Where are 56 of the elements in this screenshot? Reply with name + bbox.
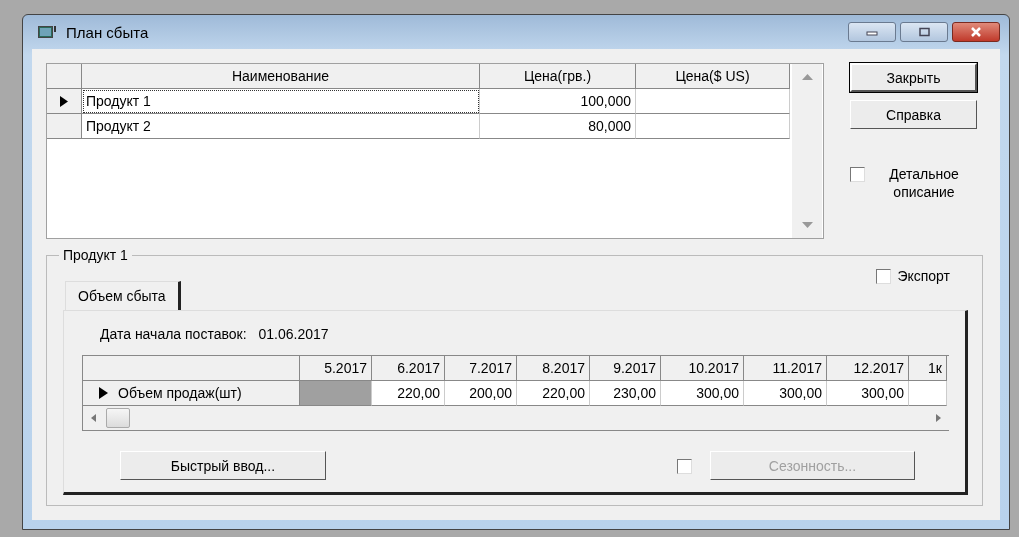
group-title: Продукт 1	[62, 247, 129, 263]
table-cell[interactable]: 80,000	[480, 114, 636, 139]
quick-input-button[interactable]: Быстрый ввод...	[120, 451, 326, 480]
date-value: 01.06.2017	[258, 326, 329, 342]
tab[interactable]: Объем сбыта	[65, 281, 181, 310]
row-header[interactable]	[47, 89, 82, 114]
table-cell[interactable]	[636, 114, 790, 139]
checkbox-label[interactable]: Экспорт	[897, 267, 950, 285]
column-header[interactable]: 11.2017	[744, 356, 827, 381]
dialog-button[interactable]: Справка	[850, 100, 977, 129]
column-header[interactable]: Цена(грв.)	[480, 64, 636, 89]
close-button[interactable]	[952, 22, 1000, 42]
header-cell	[47, 64, 82, 89]
close-icon	[969, 27, 983, 37]
checkbox[interactable]	[677, 459, 692, 474]
checkbox[interactable]	[850, 167, 865, 182]
row-pointer-icon	[60, 95, 68, 107]
table-cell[interactable]: 100,000	[480, 89, 636, 114]
scroll-thumb[interactable]	[106, 408, 130, 428]
column-header[interactable]: 8.2017	[517, 356, 590, 381]
column-header[interactable]: 12.2017	[827, 356, 909, 381]
column-header[interactable]: Наименование	[82, 64, 480, 89]
table-cell[interactable]: Продукт 2	[82, 114, 480, 139]
column-header[interactable]: 9.2017	[590, 356, 661, 381]
maximize-button[interactable]	[900, 22, 948, 42]
scroll-right-icon[interactable]	[936, 414, 941, 422]
window-icon	[38, 25, 58, 39]
table-cell[interactable]: 300,00	[744, 381, 827, 406]
scroll-up-icon[interactable]	[801, 74, 813, 80]
table-cell[interactable]	[909, 381, 947, 406]
table-cell[interactable]: 300,00	[661, 381, 744, 406]
column-header[interactable]: 1к	[909, 356, 947, 381]
maximize-icon	[917, 27, 931, 37]
column-header[interactable]: 5.2017	[300, 356, 372, 381]
scroll-down-icon[interactable]	[801, 222, 813, 228]
table-cell[interactable]: Продукт 1	[82, 89, 480, 114]
table-cell[interactable]: 230,00	[590, 381, 661, 406]
scroll-left-icon[interactable]	[91, 414, 96, 422]
field-label: Дата начала поставок:	[100, 326, 247, 342]
column-header[interactable]: 7.2017	[445, 356, 517, 381]
table-cell[interactable]	[636, 89, 790, 114]
row-label: Объем продаж(шт)	[118, 385, 242, 401]
table-cell[interactable]: 220,00	[517, 381, 590, 406]
checkbox-label[interactable]: Детальное описание	[871, 165, 977, 201]
column-header[interactable]: 6.2017	[372, 356, 445, 381]
column-header[interactable]: 10.2017	[661, 356, 744, 381]
table-cell[interactable]: 200,00	[445, 381, 517, 406]
checkbox[interactable]	[876, 269, 892, 284]
table-cell[interactable]	[300, 381, 372, 406]
vertical-scrollbar[interactable]	[792, 64, 822, 238]
table-cell[interactable]: 220,00	[372, 381, 445, 406]
column-header[interactable]: Цена($ US)	[636, 64, 790, 89]
dialog-button[interactable]: Закрыть	[850, 63, 977, 92]
table-cell[interactable]: 300,00	[827, 381, 909, 406]
minimize-button[interactable]	[848, 22, 896, 42]
window-title: План сбыта	[66, 23, 149, 41]
